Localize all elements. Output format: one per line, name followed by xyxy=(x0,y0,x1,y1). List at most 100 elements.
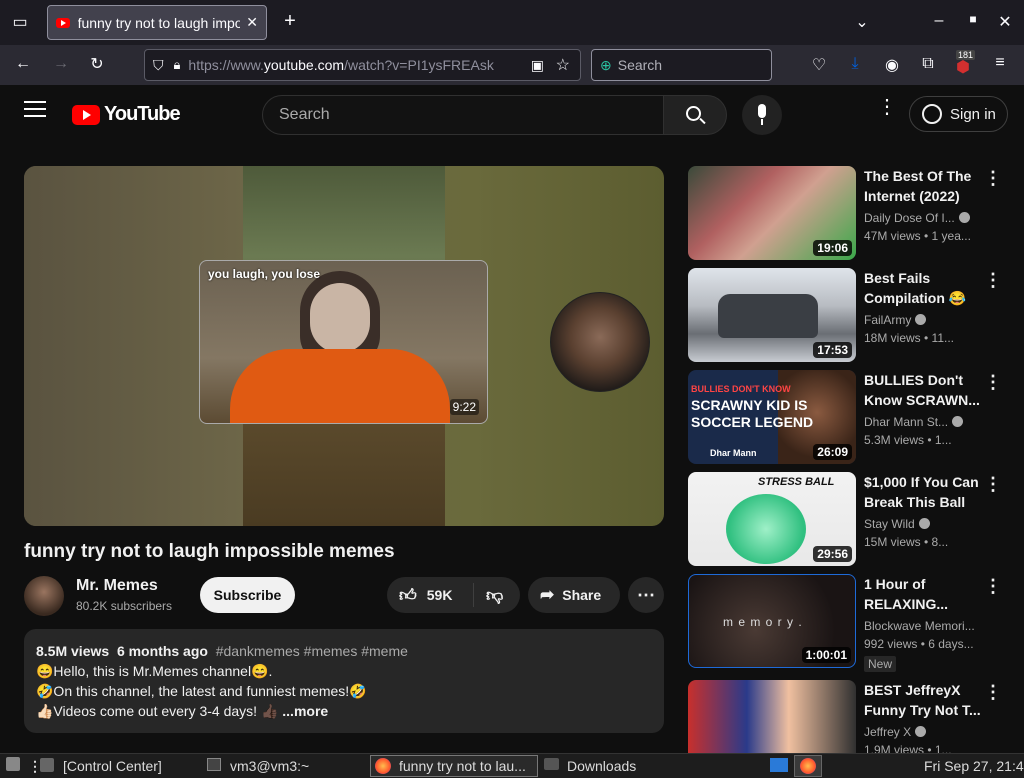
video-player[interactable]: you laugh, you lose 9:22 xyxy=(24,166,664,526)
list-all-tabs-icon[interactable]: ⌄ xyxy=(852,12,872,32)
browser-search-placeholder: Search xyxy=(617,57,663,73)
recommendation-meta: 15M views • 8... xyxy=(864,535,949,549)
hashtags[interactable]: #dankmemes #memes #meme xyxy=(216,643,408,659)
reader-view-icon[interactable]: ▣ xyxy=(531,57,544,74)
rock-reaction-circle xyxy=(550,292,650,392)
back-icon[interactable]: ← xyxy=(12,55,34,73)
firefox-icon xyxy=(375,758,391,774)
taskbar-downloads[interactable]: Downloads xyxy=(567,758,636,774)
downloads-icon[interactable]: ⤓ xyxy=(844,55,866,73)
lock-icon[interactable]: 🔒︎ xyxy=(174,57,181,73)
browser-tab-active[interactable]: funny try not to laugh impos ✕ xyxy=(47,5,267,40)
recommendation-item[interactable]: 19:06 The Best Of The Internet (2022) Da… xyxy=(688,166,1024,260)
user-account-icon xyxy=(922,104,942,124)
microphone-icon xyxy=(758,104,766,118)
url-text[interactable]: https://www.youtube.com/watch?v=PI1ysFRE… xyxy=(188,57,498,73)
pocket-icon[interactable]: ♡ xyxy=(808,55,830,75)
recommendation-thumbnail[interactable] xyxy=(688,680,856,753)
recommendation-title[interactable]: BEST JeffreyX Funny Try Not T... xyxy=(864,680,982,720)
sign-in-button[interactable]: Sign in xyxy=(909,96,1008,132)
recommendation-title[interactable]: $1,000 If You Can Break This Ball i... xyxy=(864,472,982,512)
channel-name[interactable]: Mr. Memes xyxy=(76,577,158,595)
recommendation-item[interactable]: BEST JeffreyX Funny Try Not T... Jeffrey… xyxy=(688,680,1024,753)
recommendation-thumbnail[interactable]: m e m o r y . 1:00:01 xyxy=(688,574,856,668)
more-actions-button[interactable]: ⋯ xyxy=(628,577,664,613)
reload-icon[interactable]: ↻ xyxy=(86,54,108,74)
minimize-icon[interactable]: – xyxy=(930,12,948,30)
recommendation-thumbnail[interactable]: BULLIES DON'T KNOW SCRAWNY KID IS SOCCER… xyxy=(688,370,856,464)
recommendation-item[interactable]: 17:53 Best Fails Compilation 😂 FailArmy … xyxy=(688,268,1024,362)
duration-badge: 19:06 xyxy=(813,240,852,256)
youtube-favicon-icon xyxy=(56,17,70,28)
firefox-launcher[interactable] xyxy=(794,755,822,777)
desktop-icon[interactable] xyxy=(770,758,788,772)
taskbar-control-center[interactable]: [Control Center] xyxy=(63,758,162,774)
recommendation-title[interactable]: Best Fails Compilation 😂 xyxy=(864,268,982,308)
recommendation-menu-icon[interactable]: ⋮ xyxy=(984,683,1002,701)
tab-close-icon[interactable]: ✕ xyxy=(246,14,258,31)
verified-icon xyxy=(952,416,964,427)
desktop-taskbar: ⋮ [Control Center] vm3@vm3:~ funny try n… xyxy=(0,753,1024,778)
dislike-button[interactable]: 👎︎ xyxy=(474,585,503,606)
duration-badge: 29:56 xyxy=(813,546,852,562)
view-count: 8.5M views xyxy=(36,643,110,659)
like-button[interactable]: 👍︎ 59K xyxy=(387,583,474,607)
show-more-link[interactable]: ...more xyxy=(282,703,328,719)
share-icon: ➦ xyxy=(540,585,555,604)
close-window-icon[interactable]: ✕ xyxy=(996,12,1014,32)
taskbar-clock[interactable]: Fri Sep 27, 21:45 xyxy=(924,758,1024,774)
thumb-text-line-1: BULLIES DON'T KNOW xyxy=(691,384,791,394)
taskbar-firefox-window[interactable]: funny try not to lau... xyxy=(370,755,538,777)
recommendation-meta: 1.9M views • 1... xyxy=(864,743,952,753)
app-menu-icon[interactable] xyxy=(6,757,20,771)
control-center-icon xyxy=(40,758,54,772)
video-description[interactable]: 8.5M views 6 months ago #dankmemes #meme… xyxy=(24,629,664,733)
channel-avatar[interactable] xyxy=(24,576,64,616)
inner-duration: 9:22 xyxy=(449,399,479,415)
extensions-icon[interactable]: ⧉ xyxy=(917,55,939,73)
youtube-search-input[interactable]: Search xyxy=(262,95,664,135)
voice-search-button[interactable] xyxy=(742,95,782,135)
recommendation-item[interactable]: BULLIES DON'T KNOW SCRAWNY KID IS SOCCER… xyxy=(688,370,1024,464)
recommendation-thumbnail[interactable]: 19:06 xyxy=(688,166,856,260)
recommendation-channel: Daily Dose Of I... xyxy=(864,211,976,225)
recommendation-thumbnail[interactable]: 17:53 xyxy=(688,268,856,362)
youtube-search-button[interactable] xyxy=(663,95,727,135)
settings-more-icon[interactable]: ⋮ xyxy=(877,97,897,117)
recommendation-item[interactable]: m e m o r y . 1:00:01 1 Hour of RELAXING… xyxy=(688,574,1024,672)
browser-search-box[interactable]: ⊕ Search xyxy=(591,49,772,81)
extension-badge: 181 xyxy=(956,50,976,60)
bookmark-star-icon[interactable]: ☆ xyxy=(556,55,570,75)
new-tab-icon[interactable]: + xyxy=(280,10,300,33)
share-button[interactable]: ➦ Share xyxy=(528,577,620,613)
tab-list-icon[interactable]: ▭ xyxy=(10,12,30,32)
recommendation-menu-icon[interactable]: ⋮ xyxy=(984,373,1002,391)
recommendation-title[interactable]: The Best Of The Internet (2022) xyxy=(864,166,982,206)
verified-icon xyxy=(915,314,927,325)
recommendation-meta: 47M views • 1 yea... xyxy=(864,229,971,243)
recommendation-menu-icon[interactable]: ⋮ xyxy=(984,271,1002,289)
recommendation-channel: Dhar Mann St... xyxy=(864,415,976,429)
recommendation-title[interactable]: BULLIES Don't Know SCRAWN... xyxy=(864,370,982,410)
url-bar[interactable]: ⛉ 🔒︎ https://www.youtube.com/watch?v=PI1… xyxy=(144,49,581,81)
search-engine-icon[interactable]: ⊕ xyxy=(600,57,612,74)
recommendation-channel: Blockwave Memori... xyxy=(864,619,975,633)
youtube-logo[interactable]: YouTube xyxy=(72,103,181,126)
subscribe-button[interactable]: Subscribe xyxy=(200,577,295,613)
recommendation-title[interactable]: 1 Hour of RELAXING... xyxy=(864,574,982,614)
recommendation-menu-icon[interactable]: ⋮ xyxy=(984,475,1002,493)
recommendation-menu-icon[interactable]: ⋮ xyxy=(984,577,1002,595)
maximize-icon[interactable]: ■ xyxy=(964,12,982,26)
recommendation-thumbnail[interactable]: STRESS BALL 29:56 xyxy=(688,472,856,566)
menu-icon[interactable]: ≡ xyxy=(989,54,1011,72)
shield-icon[interactable]: ⛉ xyxy=(153,57,164,74)
forward-icon[interactable]: → xyxy=(50,55,72,73)
description-line-2: 🤣On this channel, the latest and funnies… xyxy=(36,683,367,699)
tab-title: funny try not to laugh impos xyxy=(77,14,241,31)
recommendation-menu-icon[interactable]: ⋮ xyxy=(984,169,1002,187)
guide-menu-icon[interactable] xyxy=(24,101,46,117)
taskbar-terminal[interactable]: vm3@vm3:~ xyxy=(230,758,309,774)
recommendation-item[interactable]: STRESS BALL 29:56 $1,000 If You Can Brea… xyxy=(688,472,1024,566)
ublock-icon[interactable]: ⬢ xyxy=(952,57,974,77)
account-icon[interactable]: ◉ xyxy=(881,55,903,75)
